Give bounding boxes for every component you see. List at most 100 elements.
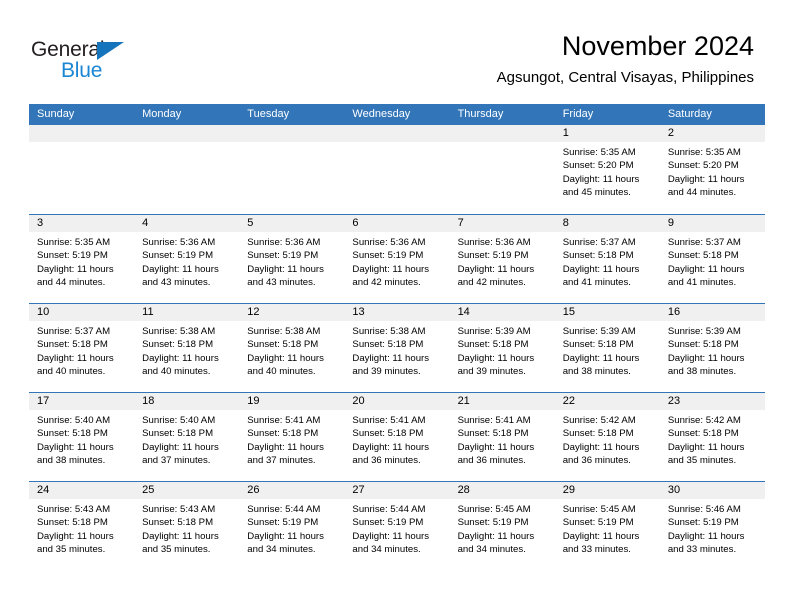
- calendar-day-cell[interactable]: 11 Sunrise: 5:38 AM Sunset: 5:18 PM Dayligh…: [134, 304, 240, 392]
- day-details: Sunrise: 5:36 AM Sunset: 5:19 PM Daylight:…: [134, 232, 239, 290]
- calendar-day-cell[interactable]: 16 Sunrise: 5:39 AM Sunset: 5:18 PM Dayligh…: [659, 304, 765, 392]
- sunrise-text: Sunrise: 5:44 AM: [247, 504, 321, 515]
- day-number: [239, 125, 345, 142]
- daylight-text: Daylight: 11 hours and 40 minutes.: [247, 352, 324, 378]
- day-details: Sunrise: 5:46 AM Sunset: 5:19 PM Daylight:…: [660, 499, 765, 557]
- daylight-text: Daylight: 11 hours and 36 minutes.: [457, 441, 535, 467]
- sunset-text: Sunset: 5:18 PM: [37, 339, 108, 351]
- calendar-week-row: 1 Sunrise: 5:35 AM Sunset: 5:20 PM Daylight…: [29, 125, 765, 214]
- calendar-day-cell[interactable]: 28 Sunrise: 5:45 AM Sunset: 5:19 PM Dayligh…: [449, 482, 555, 570]
- sunrise-text: Sunrise: 5:41 AM: [457, 415, 531, 426]
- calendar-day-cell[interactable]: 26 Sunrise: 5:44 AM Sunset: 5:19 PM Dayligh…: [239, 482, 345, 570]
- sunset-text: Sunset: 5:18 PM: [667, 250, 739, 262]
- day-details: Sunrise: 5:36 AM Sunset: 5:19 PM Daylight:…: [450, 232, 555, 290]
- calendar-page: General Blue November 2024 Agsungot, Cen…: [0, 0, 792, 612]
- calendar-day-cell[interactable]: 15 Sunrise: 5:39 AM Sunset: 5:18 PM Dayligh…: [554, 304, 660, 392]
- sunset-text: Sunset: 5:18 PM: [247, 428, 319, 440]
- daylight-text: Daylight: 11 hours and 44 minutes.: [667, 173, 745, 199]
- sunrise-text: Sunrise: 5:45 AM: [562, 504, 636, 515]
- sunrise-text: Sunrise: 5:36 AM: [352, 237, 426, 248]
- sunset-text: Sunset: 5:18 PM: [37, 428, 108, 440]
- calendar-day-cell[interactable]: 10 Sunrise: 5:37 AM Sunset: 5:18 PM Dayligh…: [29, 304, 135, 392]
- sunset-text: Sunset: 5:18 PM: [562, 428, 634, 440]
- calendar-day-cell[interactable]: 22 Sunrise: 5:42 AM Sunset: 5:18 PM Dayligh…: [554, 393, 660, 481]
- day-details: Sunrise: 5:35 AM Sunset: 5:20 PM Daylight:…: [555, 142, 660, 200]
- calendar-day-cell[interactable]: 8 Sunrise: 5:37 AM Sunset: 5:18 PM Daylight…: [554, 215, 660, 303]
- daylight-text: Daylight: 11 hours and 42 minutes.: [457, 263, 535, 289]
- calendar-day-cell[interactable]: 24 Sunrise: 5:43 AM Sunset: 5:18 PM Dayligh…: [29, 482, 135, 570]
- day-number: 24: [29, 482, 135, 499]
- calendar-day-cell-empty: [344, 125, 450, 214]
- day-details: Sunrise: 5:44 AM Sunset: 5:19 PM Daylight:…: [239, 499, 344, 557]
- calendar-day-cell[interactable]: 7 Sunrise: 5:36 AM Sunset: 5:19 PM Daylight…: [449, 215, 555, 303]
- day-number: [29, 125, 135, 142]
- weekday-header-saturday: Saturday: [667, 108, 712, 120]
- calendar-day-cell[interactable]: 9 Sunrise: 5:37 AM Sunset: 5:18 PM Daylight…: [659, 215, 765, 303]
- page-header: General Blue November 2024 Agsungot, Cen…: [0, 0, 792, 100]
- day-number: 27: [344, 482, 450, 499]
- calendar-day-cell[interactable]: 29 Sunrise: 5:45 AM Sunset: 5:19 PM Dayligh…: [554, 482, 660, 570]
- calendar-day-cell[interactable]: 2 Sunrise: 5:35 AM Sunset: 5:20 PM Daylight…: [659, 125, 765, 214]
- sunrise-text: Sunrise: 5:36 AM: [142, 237, 216, 248]
- calendar-day-cell[interactable]: 21 Sunrise: 5:41 AM Sunset: 5:18 PM Dayligh…: [449, 393, 555, 481]
- sunset-text: Sunset: 5:18 PM: [142, 428, 214, 440]
- sunset-text: Sunset: 5:18 PM: [457, 339, 529, 351]
- day-details: Sunrise: 5:36 AM Sunset: 5:19 PM Daylight:…: [344, 232, 449, 290]
- calendar-day-cell[interactable]: 17 Sunrise: 5:40 AM Sunset: 5:18 PM Dayligh…: [29, 393, 135, 481]
- day-details: Sunrise: 5:38 AM Sunset: 5:18 PM Daylight:…: [344, 321, 449, 379]
- sunset-text: Sunset: 5:18 PM: [667, 428, 739, 440]
- day-details: Sunrise: 5:45 AM Sunset: 5:19 PM Daylight:…: [450, 499, 555, 557]
- day-number: 14: [449, 304, 555, 321]
- day-number: 18: [134, 393, 240, 410]
- calendar-day-cell[interactable]: 30 Sunrise: 5:46 AM Sunset: 5:19 PM Dayligh…: [659, 482, 765, 570]
- calendar-day-cell[interactable]: 19 Sunrise: 5:41 AM Sunset: 5:18 PM Dayligh…: [239, 393, 345, 481]
- daylight-text: Daylight: 11 hours and 45 minutes.: [562, 173, 640, 199]
- brand-logo[interactable]: General Blue: [31, 38, 231, 88]
- calendar-day-cell[interactable]: 14 Sunrise: 5:39 AM Sunset: 5:18 PM Dayligh…: [449, 304, 555, 392]
- calendar-day-cell[interactable]: 13 Sunrise: 5:38 AM Sunset: 5:18 PM Dayligh…: [344, 304, 450, 392]
- daylight-text: Daylight: 11 hours and 34 minutes.: [352, 530, 430, 556]
- daylight-text: Daylight: 11 hours and 39 minutes.: [457, 352, 535, 378]
- sunrise-text: Sunrise: 5:40 AM: [37, 415, 111, 426]
- sunrise-text: Sunrise: 5:43 AM: [142, 504, 216, 515]
- day-details: Sunrise: 5:35 AM Sunset: 5:20 PM Daylight:…: [660, 142, 765, 200]
- calendar-day-cell[interactable]: 6 Sunrise: 5:36 AM Sunset: 5:19 PM Daylight…: [344, 215, 450, 303]
- sunrise-text: Sunrise: 5:38 AM: [142, 326, 216, 337]
- calendar-day-cell[interactable]: 5 Sunrise: 5:36 AM Sunset: 5:19 PM Daylight…: [239, 215, 345, 303]
- calendar-day-cell[interactable]: 12 Sunrise: 5:38 AM Sunset: 5:18 PM Dayligh…: [239, 304, 345, 392]
- calendar-day-cell[interactable]: 1 Sunrise: 5:35 AM Sunset: 5:20 PM Daylight…: [554, 125, 660, 214]
- calendar-week-row: 24 Sunrise: 5:43 AM Sunset: 5:18 PM Dayligh…: [29, 481, 765, 570]
- calendar-day-cell[interactable]: 20 Sunrise: 5:41 AM Sunset: 5:18 PM Dayligh…: [344, 393, 450, 481]
- calendar-day-cell[interactable]: 4 Sunrise: 5:36 AM Sunset: 5:19 PM Daylight…: [134, 215, 240, 303]
- day-number: 3: [29, 215, 135, 232]
- daylight-text: Daylight: 11 hours and 33 minutes.: [667, 530, 745, 556]
- day-details: Sunrise: 5:37 AM Sunset: 5:18 PM Daylight:…: [555, 232, 660, 290]
- sunrise-text: Sunrise: 5:36 AM: [247, 237, 321, 248]
- calendar-day-cell[interactable]: 3 Sunrise: 5:35 AM Sunset: 5:19 PM Daylight…: [29, 215, 135, 303]
- day-details: Sunrise: 5:37 AM Sunset: 5:18 PM Daylight:…: [29, 321, 134, 379]
- day-details: Sunrise: 5:38 AM Sunset: 5:18 PM Daylight:…: [134, 321, 239, 379]
- location-subtitle: Agsungot, Central Visayas, Philippines: [496, 69, 754, 86]
- day-details: Sunrise: 5:35 AM Sunset: 5:19 PM Daylight:…: [29, 232, 134, 290]
- day-details: Sunrise: 5:39 AM Sunset: 5:18 PM Daylight:…: [660, 321, 765, 379]
- sunset-text: Sunset: 5:19 PM: [667, 517, 739, 529]
- daylight-text: Daylight: 11 hours and 37 minutes.: [247, 441, 324, 467]
- sunrise-text: Sunrise: 5:35 AM: [562, 147, 636, 158]
- day-details: Sunrise: 5:41 AM Sunset: 5:18 PM Daylight:…: [344, 410, 449, 468]
- weekday-header-tuesday: Tuesday: [247, 108, 290, 120]
- day-details: Sunrise: 5:42 AM Sunset: 5:18 PM Daylight:…: [555, 410, 660, 468]
- sunrise-text: Sunrise: 5:37 AM: [37, 326, 111, 337]
- daylight-text: Daylight: 11 hours and 38 minutes.: [562, 352, 640, 378]
- calendar-day-cell[interactable]: 23 Sunrise: 5:42 AM Sunset: 5:18 PM Dayligh…: [659, 393, 765, 481]
- day-details: Sunrise: 5:39 AM Sunset: 5:18 PM Daylight:…: [555, 321, 660, 379]
- calendar-day-cell[interactable]: 25 Sunrise: 5:43 AM Sunset: 5:18 PM Dayligh…: [134, 482, 240, 570]
- calendar-day-cell[interactable]: 27 Sunrise: 5:44 AM Sunset: 5:19 PM Dayligh…: [344, 482, 450, 570]
- weekday-header-thursday: Thursday: [457, 108, 504, 120]
- sunset-text: Sunset: 5:18 PM: [562, 250, 634, 262]
- brand-logo-blue-text: Blue: [61, 59, 103, 82]
- day-number: 11: [134, 304, 240, 321]
- daylight-text: Daylight: 11 hours and 38 minutes.: [667, 352, 745, 378]
- day-number: [134, 125, 240, 142]
- sunrise-text: Sunrise: 5:42 AM: [562, 415, 636, 426]
- calendar-day-cell[interactable]: 18 Sunrise: 5:40 AM Sunset: 5:18 PM Dayligh…: [134, 393, 240, 481]
